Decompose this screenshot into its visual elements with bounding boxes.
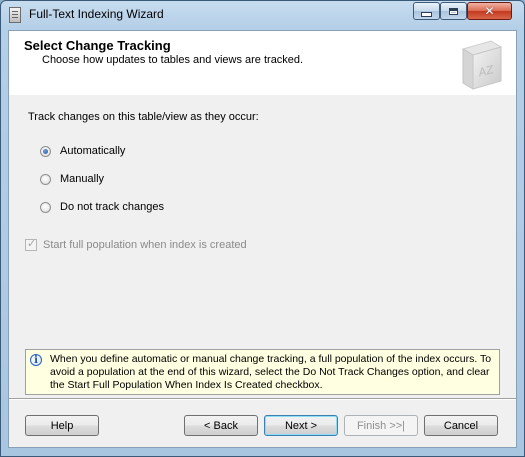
radio-button-selected[interactable] <box>40 145 51 157</box>
info-icon: i <box>30 354 42 366</box>
info-text: When you define automatic or manual chan… <box>50 353 492 391</box>
start-population-checkbox-row: Start full population when index is crea… <box>25 237 247 251</box>
help-button[interactable]: Help <box>25 415 99 436</box>
next-button[interactable]: Next > <box>264 415 338 436</box>
radio-automatically-label[interactable]: Automatically <box>60 145 125 157</box>
window-title: Full-Text Indexing Wizard <box>29 7 164 21</box>
finish-button[interactable]: Finish >>| <box>344 415 418 436</box>
wizard-client-area: Select Change Tracking Choose how update… <box>8 30 517 448</box>
back-button[interactable]: < Back <box>184 415 258 436</box>
info-panel: i When you define automatic or manual ch… <box>25 349 500 395</box>
start-population-label: Start full population when index is crea… <box>43 239 247 251</box>
wizard-header: Select Change Tracking Choose how update… <box>9 31 516 95</box>
radio-do-not-track[interactable]: Do not track changes <box>40 201 164 213</box>
radio-manually[interactable]: Manually <box>40 173 104 185</box>
footer-divider <box>9 398 516 400</box>
radio-do-not-track-label[interactable]: Do not track changes <box>60 201 164 213</box>
maximize-icon <box>449 7 458 15</box>
book-icon: AZ <box>461 40 503 90</box>
start-population-checkbox <box>25 237 37 251</box>
radio-automatically[interactable]: Automatically <box>40 145 125 157</box>
close-icon: ✕ <box>484 4 495 18</box>
tracking-question-label: Track changes on this table/view as they… <box>28 111 259 123</box>
radio-manually-label[interactable]: Manually <box>60 173 104 185</box>
wizard-window: Full-Text Indexing Wizard ✕ Select Chang… <box>0 0 525 457</box>
cancel-button[interactable]: Cancel <box>424 415 498 436</box>
title-bar[interactable]: Full-Text Indexing Wizard ✕ <box>1 1 524 29</box>
app-icon[interactable] <box>9 7 21 23</box>
radio-button[interactable] <box>40 173 51 185</box>
minimize-button[interactable] <box>413 2 440 20</box>
maximize-button[interactable] <box>440 2 467 20</box>
close-button[interactable]: ✕ <box>467 2 512 20</box>
page-subtitle: Choose how updates to tables and views a… <box>42 54 304 66</box>
header-divider <box>9 94 516 95</box>
radio-button[interactable] <box>40 201 51 213</box>
page-title: Select Change Tracking <box>24 38 171 53</box>
minimize-icon <box>421 11 432 17</box>
